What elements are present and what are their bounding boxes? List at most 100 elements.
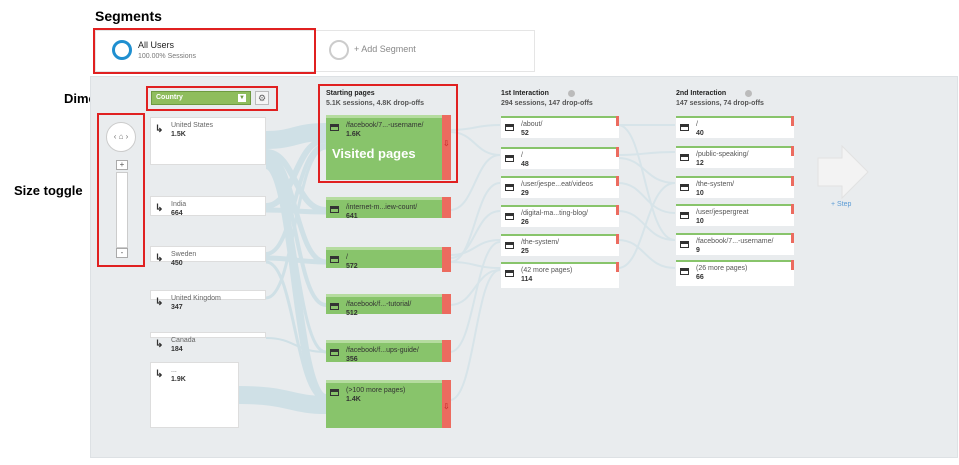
dropoff-bar[interactable]: ⇩ [442,115,451,180]
interaction-node[interactable]: (26 more pages) 66 [676,260,794,286]
page-name: /digital-ma...ting-blog/ [521,210,588,217]
page-node[interactable]: /facebook/f...-tutorial/ 512 [326,294,442,317]
page-icon [330,206,339,213]
dropoff-bar [616,116,619,126]
page-value: 356 [346,356,358,363]
page-node[interactable]: / 572 [326,247,442,270]
page-value: 40 [696,130,704,137]
dropoff-bar [791,146,794,156]
dropoff-arrow-icon: ⇩ [443,139,450,148]
page-value: 26 [521,219,529,226]
page-icon [330,256,339,263]
page-name: /about/ [521,121,543,128]
next-step-arrow [817,144,869,200]
country-name: Canada [171,337,196,344]
country-node[interactable]: ↳ United Kingdom 347 [150,290,266,311]
interaction-node[interactable]: /user/jespe...eat/videos 29 [501,176,619,198]
interaction-node[interactable]: /the-system/ 10 [676,176,794,198]
country-node[interactable]: ↳ United States 1.5K [150,117,266,165]
interaction-node[interactable]: /public-speaking/ 12 [676,146,794,168]
page-name: (42 more pages) [521,267,573,274]
country-node[interactable]: ↳ Canada 184 [150,332,266,353]
flow-lines [238,123,869,414]
add-step-button[interactable]: + Step [831,201,851,208]
home-icon: ‹ ⌂ › [113,132,129,141]
page-value: 512 [346,310,358,317]
page-icon [330,389,339,396]
entrance-arrow-icon: ↳ [155,297,164,308]
page-icon [505,124,514,131]
dropoff-bar [791,260,794,270]
column-title-first: 1st Interaction [501,90,549,97]
page-value: 48 [521,161,529,168]
country-name: United Kingdom [171,295,221,302]
interaction-node[interactable]: /digital-ma...ting-blog/ 26 [501,205,619,227]
page-value: 25 [521,248,529,255]
dropoff-bar[interactable] [442,340,451,362]
column-sub-first: 294 sessions, 147 drop-offs [501,100,593,107]
dropoff-bar [616,262,619,272]
page-value: 66 [696,274,704,281]
interaction-node[interactable]: (42 more pages) 114 [501,262,619,288]
page-value: 114 [521,276,533,283]
page-node[interactable]: (>100 more pages) 1.4K [326,380,442,428]
gear-icon[interactable]: ⚙ [255,91,269,105]
country-node[interactable]: ↳ ... 1.9K [150,362,239,428]
country-name: ... [171,367,177,374]
country-name: United States [171,122,214,129]
page-name: /public-speaking/ [696,151,749,158]
dimension-selected: Country [156,94,183,101]
page-icon [505,270,514,277]
page-name: /facebook/7...-username/ [696,238,774,245]
country-value: 1.9K [171,376,186,383]
country-node[interactable]: ↳ India 664 [150,196,266,217]
dropoff-bar [791,233,794,243]
country-value: 664 [171,210,183,217]
dropoff-arrow-icon: ⇩ [443,402,450,411]
page-icon [680,241,689,248]
page-name: /user/jespe...eat/videos [521,181,593,188]
zoom-slider[interactable] [116,172,128,248]
chevron-down-icon: ▼ [238,94,246,102]
page-value: 10 [696,190,704,197]
dropoff-bar [791,204,794,214]
zoom-in-button[interactable]: + [116,160,128,170]
dropoff-bar [616,205,619,215]
page-icon [330,349,339,356]
zoom-out-button[interactable]: - [116,248,128,258]
page-name: /facebook/f...ups-guide/ [346,347,419,354]
interaction-node[interactable]: /facebook/7...-username/ 9 [676,233,794,255]
interaction-node[interactable]: /the-system/ 25 [501,234,619,256]
page-name: /facebook/f...-tutorial/ [346,301,412,308]
page-value: 52 [521,130,529,137]
country-value: 1.5K [171,131,186,138]
interaction-node[interactable]: / 40 [676,116,794,138]
country-node[interactable]: ↳ Sweden 450 [150,246,266,267]
dropoff-bar [616,234,619,244]
interaction-node[interactable]: /about/ 52 [501,116,619,138]
dropoff-bar [791,176,794,186]
page-name: /the-system/ [696,181,735,188]
remove-column-icon[interactable] [745,90,752,97]
dropoff-bar[interactable] [442,294,451,314]
interaction-node[interactable]: /user/jespergreat 10 [676,204,794,226]
zoom-pan-control[interactable]: ‹ ⌂ › [106,122,136,152]
country-value: 347 [171,304,183,311]
country-value: 450 [171,260,183,267]
page-node[interactable]: /facebook/f...ups-guide/ 356 [326,340,442,363]
column-sub-second: 147 sessions, 74 drop-offs [676,100,764,107]
remove-column-icon[interactable] [568,90,575,97]
page-name: (26 more pages) [696,265,748,272]
page-node[interactable]: /internet-m...iew-count/ 641 [326,197,442,220]
dimension-select[interactable]: Country ▼ [151,91,251,105]
dropoff-bar[interactable] [442,247,451,272]
entrance-arrow-icon: ↳ [155,339,164,350]
dropoff-bar [616,176,619,186]
dropoff-bar[interactable]: ⇩ [442,380,451,428]
entrance-arrow-icon: ↳ [155,253,164,264]
dropoff-bar[interactable] [442,197,451,218]
column-sub-starting: 5.1K sessions, 4.8K drop-offs [326,100,425,107]
interaction-node[interactable]: / 48 [501,147,619,169]
page-name: /user/jespergreat [696,209,749,216]
page-icon [505,155,514,162]
